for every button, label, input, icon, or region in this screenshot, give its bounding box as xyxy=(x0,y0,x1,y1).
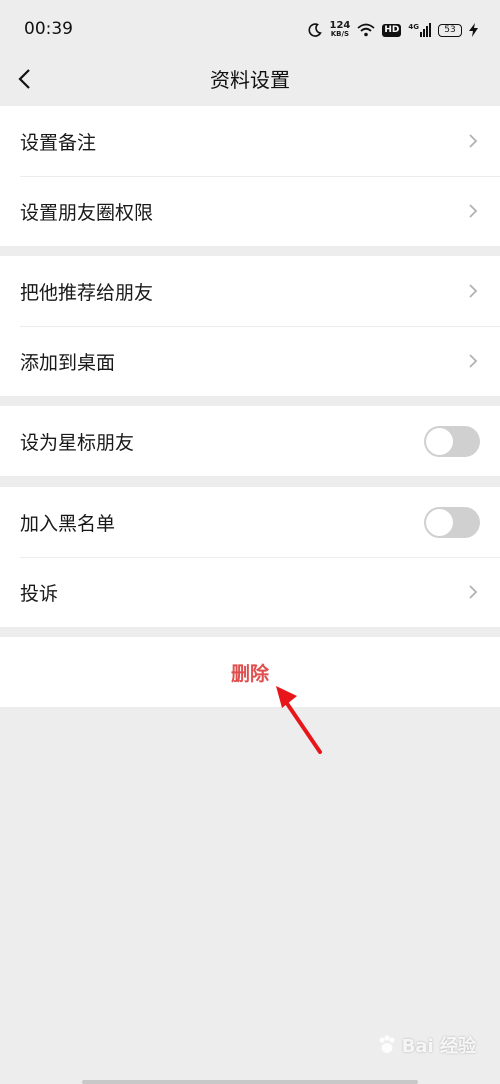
row-add-to-desktop[interactable]: 添加到桌面 xyxy=(0,326,500,396)
paw-logo-icon xyxy=(379,1035,395,1053)
row-label: 投诉 xyxy=(20,582,59,605)
charging-icon xyxy=(469,23,478,37)
battery-level: 53 xyxy=(444,25,456,35)
chevron-right-icon xyxy=(469,585,478,599)
row-label: 设置朋友圈权限 xyxy=(20,201,154,224)
chevron-right-icon xyxy=(469,134,478,148)
row-moments-permission[interactable]: 设置朋友圈权限 xyxy=(0,176,500,246)
nav-bar: 资料设置 xyxy=(0,58,500,104)
chevron-right-icon xyxy=(469,284,478,298)
row-label: 把他推荐给朋友 xyxy=(20,281,154,304)
watermark: Bai 经验 xyxy=(376,1032,476,1058)
toggle-knob xyxy=(426,509,453,536)
status-icons: 124 KB/S HD 4G 53 xyxy=(308,18,478,42)
row-blacklist: 加入黑名单 xyxy=(0,487,500,557)
delete-button[interactable]: 删除 xyxy=(0,637,500,707)
blacklist-toggle[interactable] xyxy=(424,507,480,538)
battery-icon: 53 xyxy=(438,23,462,37)
settings-group-star: 设为星标朋友 xyxy=(0,406,500,476)
row-label: 设为星标朋友 xyxy=(20,431,135,454)
chevron-right-icon xyxy=(469,204,478,218)
toggle-knob xyxy=(426,428,453,455)
wifi-icon xyxy=(357,23,375,37)
row-recommend-to-friend[interactable]: 把他推荐给朋友 xyxy=(0,256,500,326)
row-label: 添加到桌面 xyxy=(20,351,116,374)
row-label: 加入黑名单 xyxy=(20,512,116,535)
annotation-arrow-icon xyxy=(276,686,322,754)
home-indicator[interactable] xyxy=(82,1080,418,1084)
hd-badge: HD xyxy=(382,23,402,37)
row-label: 设置备注 xyxy=(20,131,97,154)
row-star-friend: 设为星标朋友 xyxy=(0,406,500,476)
delete-label: 删除 xyxy=(230,662,269,685)
settings-group-remark: 设置备注 设置朋友圈权限 xyxy=(0,106,500,246)
page-title: 资料设置 xyxy=(210,68,290,92)
row-set-remark[interactable]: 设置备注 xyxy=(0,106,500,176)
chevron-right-icon xyxy=(469,354,478,368)
watermark-text: Bai 经验 xyxy=(401,1036,476,1057)
speed-value: 124 xyxy=(329,20,351,31)
moon-icon xyxy=(308,23,323,37)
settings-group-share: 把他推荐给朋友 添加到桌面 xyxy=(0,256,500,396)
network-speed: 124 KB/S xyxy=(329,21,350,39)
status-bar: 00:39 124 KB/S HD 4G 53 xyxy=(0,0,500,58)
signal-label: 4G xyxy=(408,23,419,31)
speed-unit: KB/S xyxy=(330,30,350,38)
star-friend-toggle[interactable] xyxy=(424,426,480,457)
row-complain[interactable]: 投诉 xyxy=(0,557,500,627)
settings-group-block: 加入黑名单 投诉 xyxy=(0,487,500,627)
signal-icon: 4G xyxy=(408,23,431,37)
status-time: 00:39 xyxy=(24,19,73,39)
